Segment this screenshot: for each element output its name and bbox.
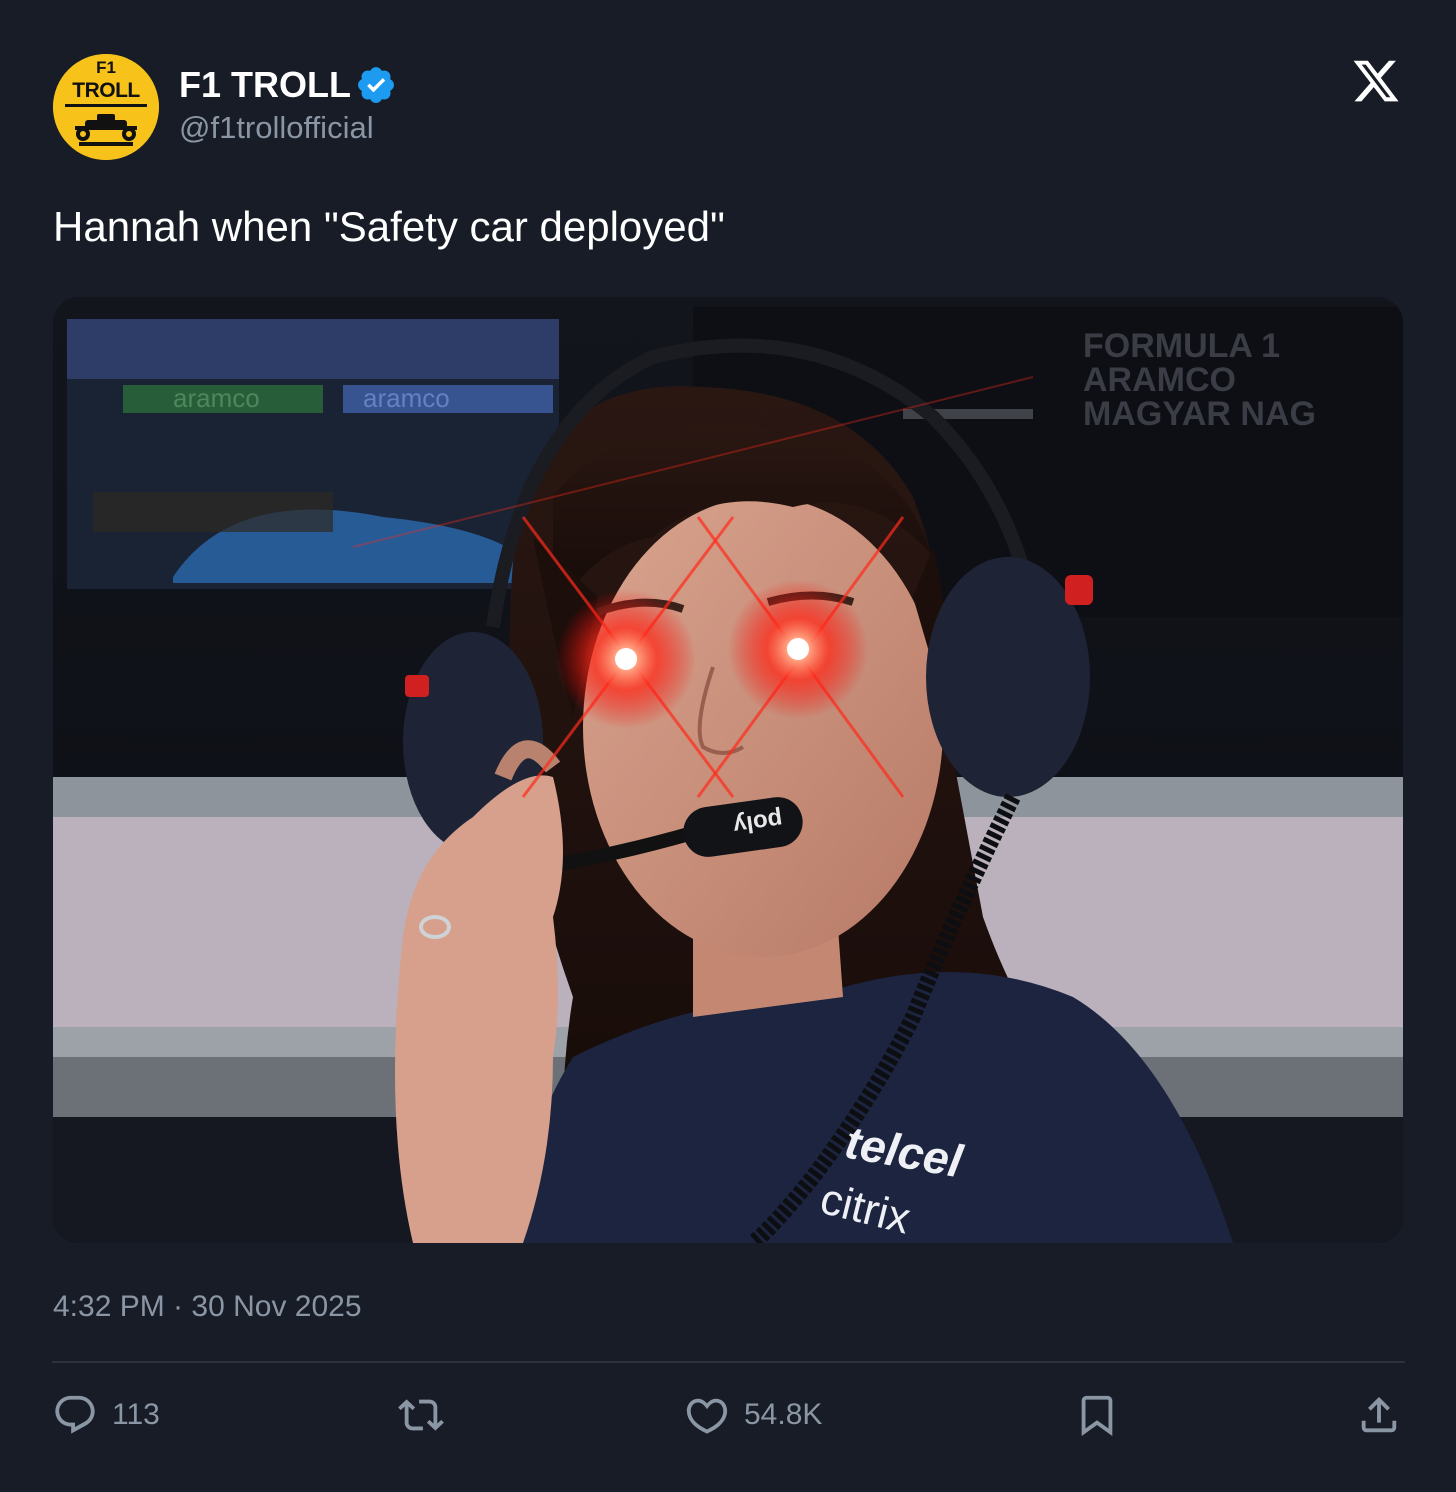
like-count: 54.8K	[744, 1398, 823, 1431]
author-handle[interactable]: @f1trollofficial	[179, 108, 374, 148]
meme-photo: aramco aramco FORMULA 1 ARAMCO MAGYAR NA…	[53, 297, 1403, 1243]
share-button[interactable]	[1356, 1390, 1402, 1440]
reply-icon	[55, 1395, 95, 1434]
reply-count: 113	[112, 1398, 160, 1431]
heart-icon	[686, 1398, 728, 1434]
author-avatar[interactable]: F1 TROLL	[53, 54, 159, 160]
share-icon	[1361, 1396, 1397, 1433]
tweet-timestamp[interactable]: 4:32 PM · 30 Nov 2025	[53, 1288, 362, 1326]
banner-text-1: aramco	[173, 383, 260, 413]
avatar-text-top: F1	[96, 58, 116, 77]
tweet-media-image[interactable]: aramco aramco FORMULA 1 ARAMCO MAGYAR NA…	[53, 297, 1403, 1243]
avatar-text-main: TROLL	[72, 79, 140, 102]
reply-button[interactable]: 113	[52, 1390, 160, 1440]
verified-badge-icon	[358, 67, 394, 103]
author-display-name[interactable]: F1 TROLL	[179, 64, 351, 106]
retweet-button[interactable]	[398, 1390, 444, 1440]
signage-line-3: MAGYAR NAG	[1083, 395, 1316, 433]
tweet-text: Hannah when "Safety car deployed"	[53, 203, 725, 250]
bookmark-button[interactable]	[1074, 1390, 1120, 1440]
bookmark-icon	[1081, 1395, 1113, 1436]
signage-line-2: ARAMCO	[1083, 361, 1236, 399]
retweet-icon	[398, 1399, 444, 1431]
like-button[interactable]: 54.8K	[684, 1390, 822, 1440]
banner-text-2: aramco	[363, 383, 450, 413]
x-logo-icon[interactable]	[1350, 56, 1402, 106]
tweet-card: F1 TROLL F1 TROLL @f1trollofficial Hanna…	[0, 0, 1456, 1492]
divider	[52, 1361, 1405, 1363]
signage-line-1: FORMULA 1	[1083, 327, 1280, 365]
